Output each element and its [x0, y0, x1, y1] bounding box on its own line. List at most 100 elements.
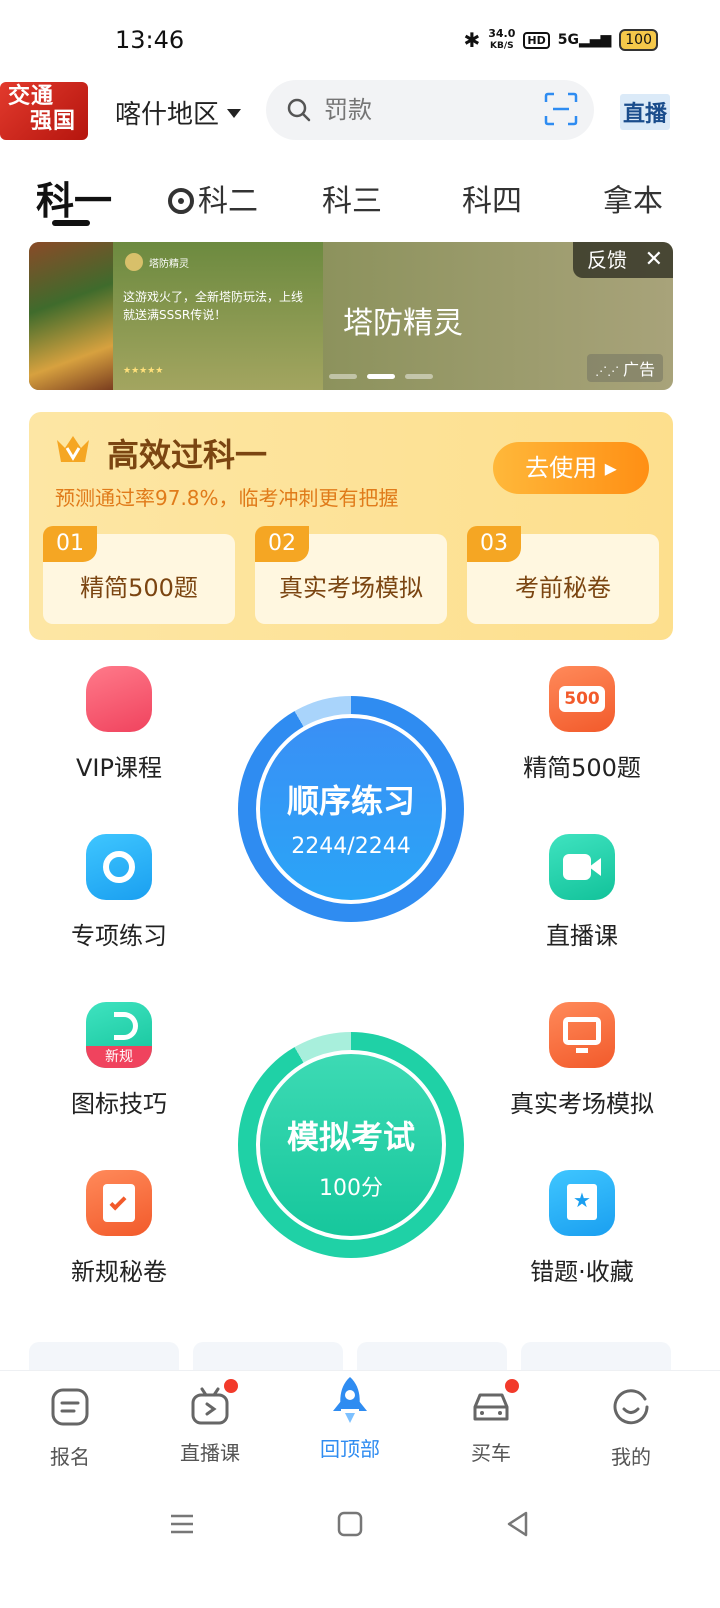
home-icon[interactable]	[336, 1510, 364, 1538]
nav-label: 直播课	[180, 1441, 240, 1465]
video-camera-icon	[549, 834, 615, 900]
item-number: 01	[43, 526, 97, 562]
feature-label: 错题·收藏	[530, 1258, 634, 1286]
ad-description: 这游戏火了，全新塔防玩法，上线就送满SSSR传说！	[123, 290, 304, 322]
scan-icon[interactable]	[544, 92, 578, 126]
app-logo[interactable]: 交通 强国	[0, 82, 88, 140]
feature-mistakes-favorites[interactable]: ★ 错题·收藏	[507, 1170, 657, 1287]
tab-active-indicator	[52, 220, 90, 226]
back-icon[interactable]	[504, 1510, 532, 1538]
new-rule-badge: 新规	[86, 1046, 152, 1068]
search-bar[interactable]	[266, 80, 594, 140]
nav-label: 报名	[50, 1445, 90, 1469]
status-bar: 13:46 ✱ 34.0 KB/S HD 5G▂▄▆ 100	[0, 0, 720, 80]
nav-buy-car[interactable]: 买车	[441, 1379, 541, 1466]
smile-face-icon	[613, 1389, 649, 1425]
close-icon[interactable]: ✕	[645, 242, 663, 278]
efficiency-item-secret-paper[interactable]: 03 考前秘卷	[467, 526, 659, 624]
logo-line-2: 强国	[30, 109, 77, 134]
use-now-button[interactable]: 去使用 ▸	[493, 442, 649, 494]
item-number: 03	[467, 526, 521, 562]
ad-label: ⋰⋰ 广告	[587, 354, 663, 382]
rocket-icon	[333, 1377, 367, 1423]
mock-exam-button[interactable]: 模拟考试 100分	[238, 1032, 464, 1258]
carousel-indicator	[329, 374, 433, 379]
feature-label: 图标技巧	[71, 1090, 167, 1118]
feature-label: 真实考场模拟	[510, 1090, 654, 1118]
clipboard-check-icon	[86, 1170, 152, 1236]
item-number: 02	[255, 526, 309, 562]
item-label: 真实考场模拟	[279, 574, 423, 602]
item-label: 考前秘卷	[515, 574, 611, 602]
ad-mark-icon: ⋰⋰	[595, 364, 623, 378]
nav-register[interactable]: 报名	[20, 1387, 120, 1470]
tab-subject-4[interactable]: 科四	[462, 176, 522, 220]
menu-icon[interactable]	[168, 1510, 196, 1538]
sequential-practice-inner: 顺序练习 2244/2244	[256, 714, 446, 904]
peek-card	[193, 1342, 343, 1372]
tab-license[interactable]: 拿本	[603, 176, 663, 220]
notification-dot	[224, 1379, 238, 1393]
tab-subject-1[interactable]: 科一	[36, 170, 112, 225]
tab-subject-3[interactable]: 科三	[322, 176, 382, 220]
exam-score: 100分	[319, 1176, 383, 1201]
register-icon	[51, 1388, 89, 1426]
header: 交通 强国 喀什地区 直播	[0, 78, 720, 142]
feature-live-course[interactable]: 直播课	[507, 834, 657, 951]
bluetooth-icon: ✱	[463, 28, 481, 52]
feature-500-questions[interactable]: 500 精简500题	[507, 666, 657, 783]
network-type: 5G	[557, 32, 579, 48]
sequential-practice-button[interactable]: 顺序练习 2244/2244	[238, 696, 464, 922]
efficiency-subtitle: 预测通过率97.8%，临考冲刺更有把握	[55, 486, 399, 510]
carousel-dot	[405, 374, 433, 379]
tab-subject-2[interactable]: 科二	[168, 176, 258, 220]
battery-icon: 100	[619, 29, 658, 51]
monitor-icon	[549, 1002, 615, 1068]
efficiency-title: 高效过科一	[107, 436, 268, 474]
net-speed: 34.0 KB/S	[488, 28, 515, 52]
net-speed-value: 34.0	[488, 27, 516, 40]
feature-special-practice[interactable]: 专项练习	[44, 834, 194, 951]
search-input[interactable]	[324, 96, 524, 124]
region-selector[interactable]: 喀什地区	[115, 94, 242, 131]
search-icon	[287, 98, 311, 122]
nav-label: 我的	[611, 1445, 651, 1469]
live-button[interactable]: 直播	[620, 94, 671, 130]
feature-real-exam-sim[interactable]: 真实考场模拟	[507, 1002, 657, 1119]
system-nav-bar	[0, 1490, 720, 1570]
efficiency-card: 高效过科一 预测通过率97.8%，临考冲刺更有把握 去使用 ▸ 01 精简500…	[29, 412, 673, 640]
efficiency-item-500[interactable]: 01 精简500题	[43, 526, 235, 624]
steering-wheel-icon	[168, 188, 194, 214]
crown-icon	[57, 436, 89, 462]
caret-down-icon	[227, 109, 242, 118]
peek-card	[357, 1342, 507, 1372]
signal-icon: 5G▂▄▆	[557, 32, 612, 48]
nav-label: 买车	[471, 1441, 511, 1465]
ad-title: 塔防精灵	[343, 306, 463, 341]
hd-icon: HD	[523, 31, 550, 49]
feature-label: 专项练习	[71, 922, 167, 950]
feature-vip-course[interactable]: VIP课程	[44, 666, 194, 783]
net-speed-unit: KB/S	[490, 41, 514, 51]
ad-game-thumbnail	[29, 242, 113, 390]
feature-sign-tips[interactable]: 新规 图标技巧	[44, 1002, 194, 1119]
region-label: 喀什地区	[115, 100, 220, 130]
efficiency-item-exam-sim[interactable]: 02 真实考场模拟	[255, 526, 447, 624]
feature-label: 精简500题	[523, 754, 641, 782]
carousel-dot-active	[367, 374, 395, 379]
ad-rating-stars: ★★★★★	[123, 366, 164, 376]
ad-banner[interactable]: 塔防精灵 这游戏火了，全新塔防玩法，上线就送满SSSR传说！ ★★★★★ 塔防精…	[29, 242, 673, 390]
nav-back-to-top[interactable]: 回顶部	[300, 1373, 400, 1462]
star-bookmark-icon: ★	[549, 1170, 615, 1236]
ad-label-text: 广告	[622, 360, 655, 379]
nav-live-course[interactable]: 直播课	[160, 1379, 260, 1466]
subject-tabs: 科一 科二 科三 科四 拿本	[0, 168, 720, 228]
notification-dot	[505, 1379, 519, 1393]
feature-new-rule-paper[interactable]: 新规秘卷	[44, 1170, 194, 1287]
tv-icon	[190, 1379, 238, 1427]
bottom-nav: 报名 直播课 回顶部 买车 我的	[0, 1370, 720, 1480]
feature-label: 新规秘卷	[71, 1258, 167, 1286]
headlight-icon: 新规	[86, 1002, 152, 1068]
practice-title: 顺序练习	[286, 782, 415, 820]
nav-mine[interactable]: 我的	[581, 1387, 681, 1470]
